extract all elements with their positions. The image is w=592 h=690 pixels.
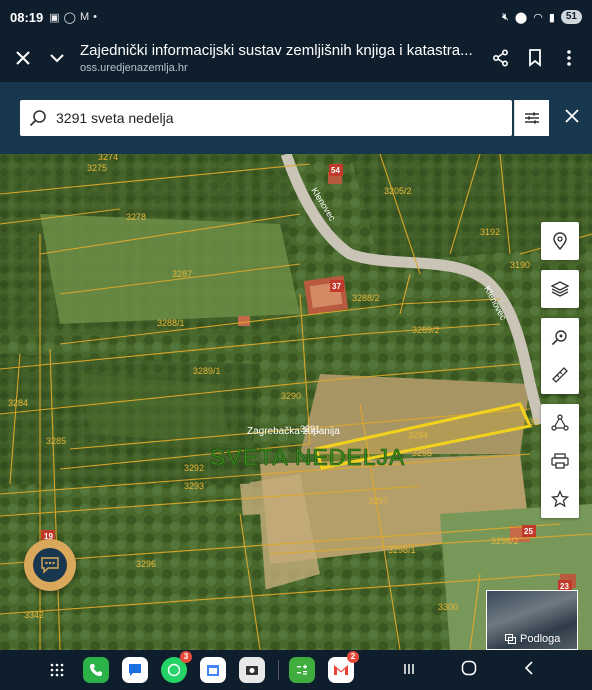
printer-icon [551, 453, 569, 469]
search-box [20, 100, 512, 136]
basemap-icon [505, 634, 516, 644]
parcel-label: 3288/1 [157, 318, 185, 328]
messages-app-icon[interactable] [122, 657, 148, 683]
measure-button[interactable] [541, 356, 579, 394]
search-location-icon [551, 330, 567, 346]
share-map-button[interactable] [541, 404, 579, 442]
screenshot-icon: ▣ [49, 11, 60, 24]
basemap-label: Podloga [520, 633, 561, 645]
page-title: Zajednički informacijski sustav zemljišn… [80, 42, 473, 59]
filter-settings-button[interactable] [514, 100, 549, 136]
page-title-block[interactable]: Zajednički informacijski sustav zemljišn… [74, 42, 484, 74]
back-button[interactable] [499, 660, 559, 681]
close-search-icon[interactable] [558, 106, 586, 130]
house-number: 25 [524, 527, 533, 536]
whatsapp-app-icon[interactable]: 3 [161, 651, 192, 683]
parcel-label: 3274 [98, 154, 118, 162]
parcel-label: 3294 [408, 430, 428, 440]
layers-button[interactable] [541, 270, 579, 308]
location-button[interactable] [541, 222, 579, 260]
close-tab-icon[interactable] [6, 38, 40, 78]
page-url: oss.uredjenazemlja.hr [80, 62, 188, 74]
more-options-icon[interactable] [552, 38, 586, 78]
parcel-label: 3292 [184, 463, 204, 473]
signal-icon: ▮ [548, 11, 555, 24]
browser-toolbar: Zajednički informacijski sustav zemljišn… [0, 34, 592, 82]
bookmark-icon[interactable] [518, 38, 552, 78]
parcel-label: 3278 [126, 212, 146, 222]
chevron-down-icon[interactable] [40, 38, 74, 78]
measure-tools [541, 318, 579, 394]
parcel-label: 3296 [136, 559, 156, 569]
whatsapp-icon: ◯ [63, 11, 76, 24]
chat-bubble-icon [41, 557, 59, 574]
favorite-button[interactable] [541, 480, 579, 518]
apps-grid-icon[interactable] [44, 657, 70, 683]
camera-app-icon[interactable] [239, 657, 265, 683]
parcel-label: 3297 [368, 496, 388, 506]
municipality-label: SVETA NEDELJA [210, 444, 405, 470]
whatsapp-badge: 3 [180, 651, 192, 663]
share-icon[interactable] [484, 38, 518, 78]
extra-tools [541, 404, 579, 518]
mute-icon: 🔇︎ [501, 10, 509, 23]
basemap-toggle[interactable]: Podloga [486, 590, 578, 650]
parcel-label: 3293 [184, 481, 204, 491]
location-pin-icon [553, 232, 567, 250]
cadastral-map[interactable]: 3274 3275 3278 3287 3288/1 3288/2 3289/1… [0, 154, 592, 650]
phone-app-icon[interactable] [83, 657, 109, 683]
chat-button[interactable] [24, 539, 76, 591]
parcel-label: 3298/1 [388, 545, 416, 555]
system-nav-bar: 3 2 [0, 650, 592, 690]
parcel-label: 3342 [24, 610, 44, 620]
gmail-badge: 2 [347, 651, 359, 663]
wifi-icon: ◠ [533, 11, 543, 24]
ruler-icon [552, 367, 568, 383]
search-icon [20, 109, 56, 127]
status-bar: 08:19 ▣ ◯ M • 🔇︎ ⬤ ◠ ▮ 51 [0, 0, 592, 34]
search-input[interactable] [56, 110, 486, 126]
star-icon [551, 490, 569, 508]
parcel-label: 3285 [46, 436, 66, 446]
recent-apps-button[interactable] [379, 660, 439, 681]
gmail-app-icon[interactable]: 2 [328, 651, 359, 683]
calendar-app-icon[interactable] [200, 657, 226, 683]
parcel-label: 3289/2 [412, 325, 440, 335]
sliders-icon [525, 112, 539, 124]
parcel-label: 3287 [172, 269, 192, 279]
network-share-icon [551, 414, 569, 431]
identify-button[interactable] [541, 318, 579, 356]
parcel-label: 3205/2 [384, 186, 412, 196]
parcel-label: 3190 [510, 260, 530, 270]
dot-icon: • [93, 10, 97, 23]
parcel-label: 3289/1 [193, 366, 221, 376]
gmail-icon: M [79, 10, 90, 23]
house-number: 37 [332, 282, 341, 291]
search-strip [0, 82, 592, 154]
parcel-label: 3275 [87, 163, 107, 173]
house-number: 54 [331, 166, 340, 175]
parcel-label: 3290 [281, 391, 301, 401]
parcel-label: 3298/2 [491, 536, 519, 546]
home-button[interactable] [439, 660, 499, 681]
parcel-label: 3284 [8, 398, 28, 408]
parcel-label: 3300 [438, 602, 458, 612]
calculator-app-icon[interactable] [289, 657, 315, 683]
parcel-label: 32 [529, 417, 539, 427]
print-button[interactable] [541, 442, 579, 480]
parcel-label: 3288/2 [352, 293, 380, 303]
layers-icon [551, 281, 569, 297]
parcel-label: 3192 [480, 227, 500, 237]
location-icon: ⬤ [514, 11, 528, 24]
county-label: Zagrebačka županija [247, 426, 340, 437]
battery-icon: 51 [560, 10, 582, 24]
parcel-label: 3295 [412, 448, 432, 458]
map-tools [541, 222, 579, 528]
clock: 08:19 [10, 9, 44, 25]
